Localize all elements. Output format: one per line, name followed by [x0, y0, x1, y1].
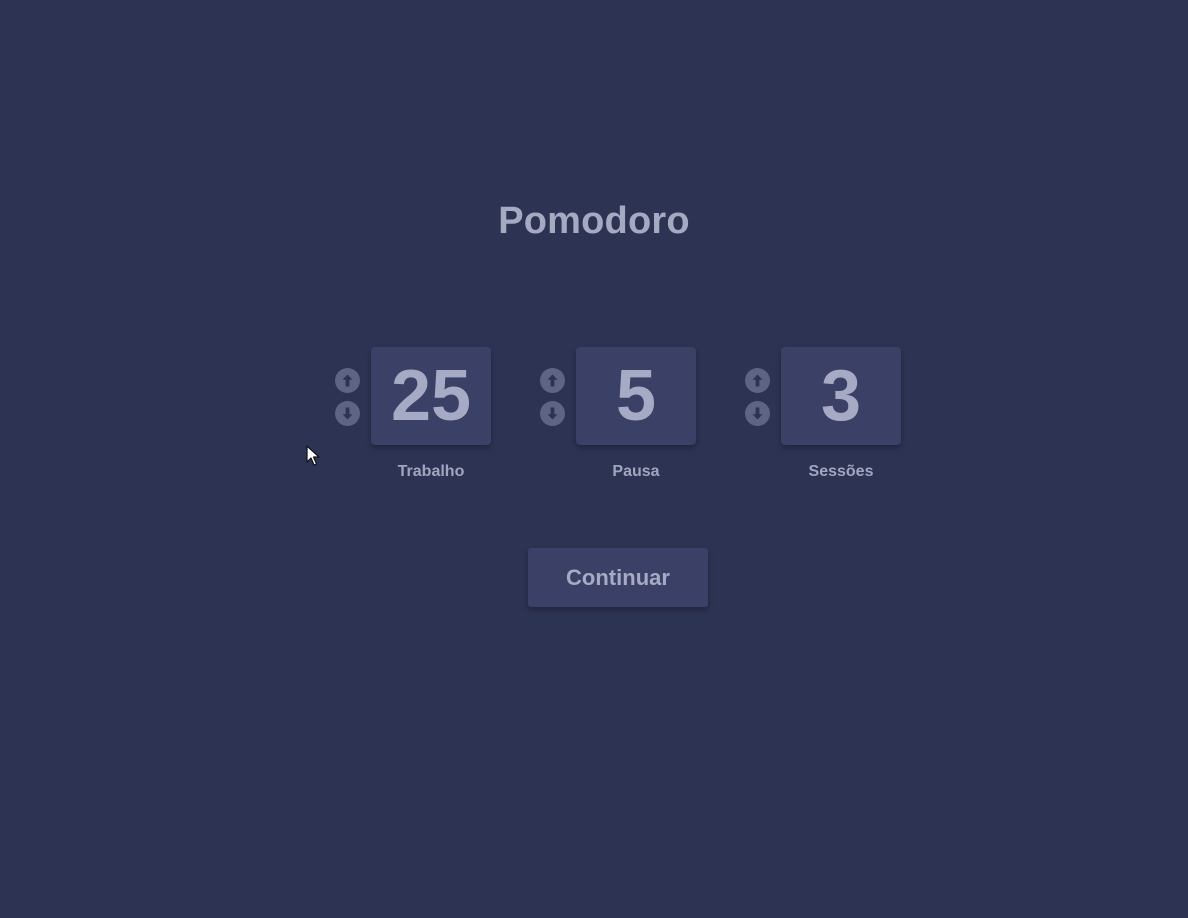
break-duration-label: Pausa	[612, 463, 660, 480]
work-duration-label: Trabalho	[397, 463, 465, 480]
arrow-up-circle-icon	[752, 374, 763, 387]
sessions-counter: 3 Sessões	[745, 347, 915, 487]
work-duration-counter: 25 Trabalho	[335, 347, 505, 487]
work-decrement-button[interactable]	[335, 401, 360, 426]
work-duration-value: 25	[371, 347, 491, 445]
break-decrement-button[interactable]	[540, 401, 565, 426]
arrow-up-circle-icon	[342, 374, 353, 387]
break-duration-counter: 5 Pausa	[540, 347, 710, 487]
arrow-down-circle-icon	[547, 407, 558, 420]
sessions-stepper	[745, 368, 771, 428]
break-increment-button[interactable]	[540, 368, 565, 393]
arrow-down-circle-icon	[342, 407, 353, 420]
work-increment-button[interactable]	[335, 368, 360, 393]
sessions-decrement-button[interactable]	[745, 401, 770, 426]
arrow-up-circle-icon	[547, 374, 558, 387]
sessions-increment-button[interactable]	[745, 368, 770, 393]
continue-button[interactable]: Continuar	[528, 548, 708, 607]
work-stepper	[335, 368, 361, 428]
arrow-down-circle-icon	[752, 407, 763, 420]
page-title: Pomodoro	[498, 200, 690, 242]
mouse-pointer-icon	[306, 445, 320, 466]
pomodoro-setup-screen: Pomodoro 25 Trabalho 5 Pausa 3 Sessões C…	[0, 0, 1188, 918]
break-stepper	[540, 368, 566, 428]
sessions-value: 3	[781, 347, 901, 445]
sessions-label: Sessões	[808, 463, 874, 480]
break-duration-value: 5	[576, 347, 696, 445]
